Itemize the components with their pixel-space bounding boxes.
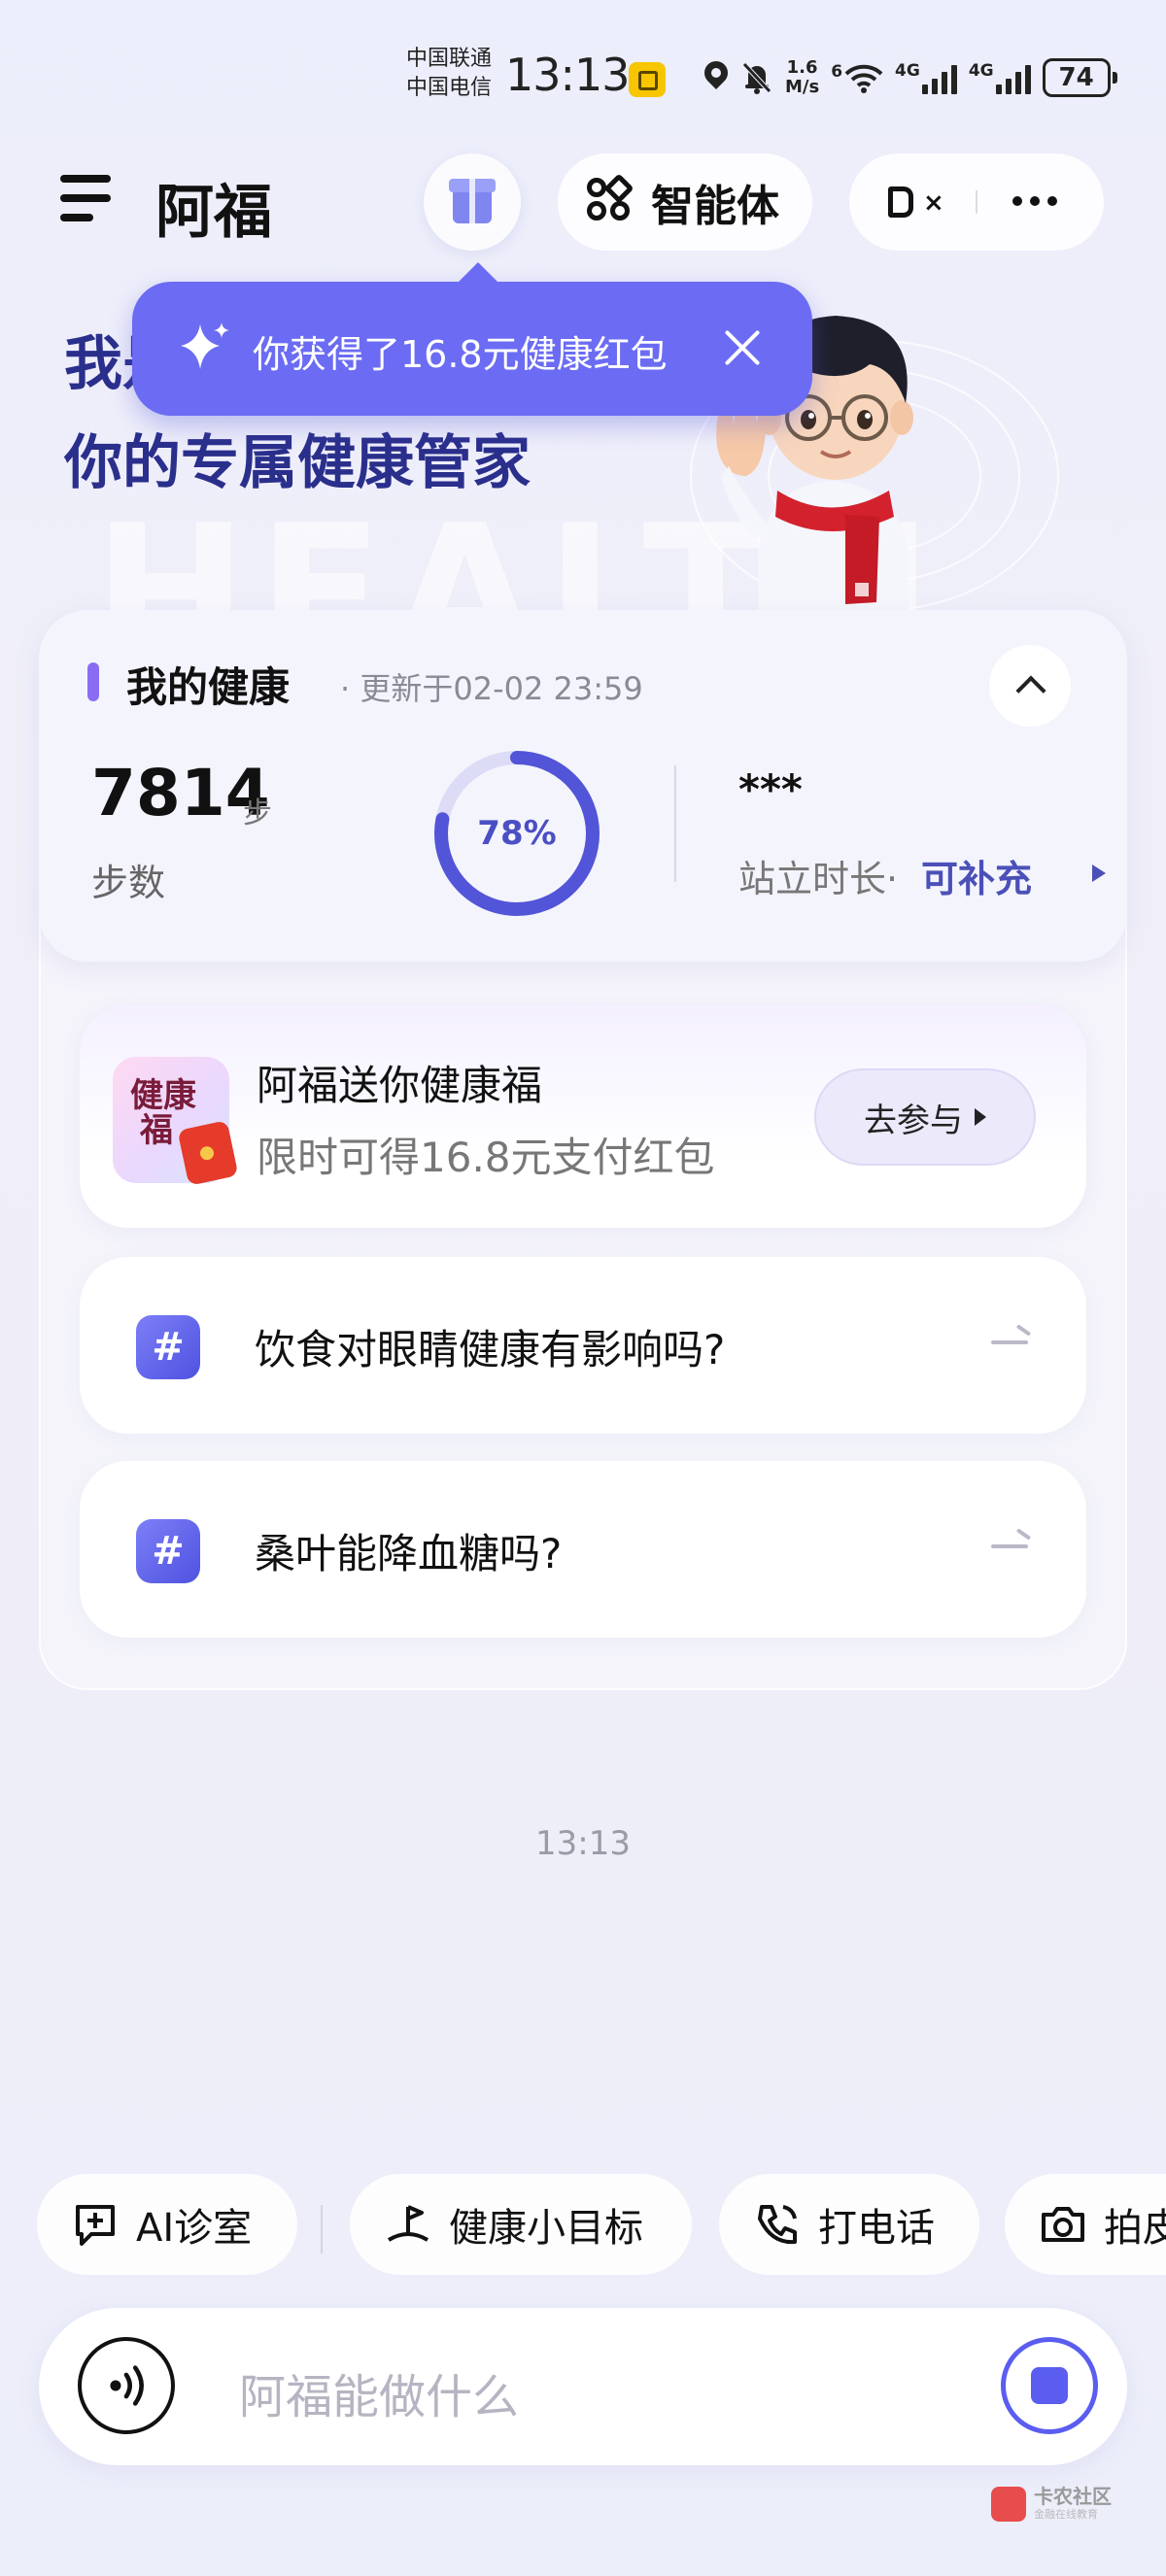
my-health-card[interactable]: 我的健康 · 更新于02-02 23:59 7814 步 步数 78% *** … bbox=[39, 610, 1127, 962]
control-pill: × bbox=[849, 153, 1104, 251]
join-button-label: 去参与 bbox=[864, 1101, 963, 1140]
topic-card[interactable]: # 饮食对眼睛健康有影响吗? bbox=[80, 1257, 1086, 1434]
battery-icon: 74 bbox=[1042, 58, 1117, 97]
stand-value: *** bbox=[738, 765, 803, 813]
clipboard-icon bbox=[629, 62, 666, 97]
chip-label: 打电话 bbox=[818, 2206, 935, 2251]
divider bbox=[674, 765, 676, 882]
agent-button[interactable]: 智能体 bbox=[558, 153, 812, 251]
play-arrow-icon bbox=[1092, 864, 1106, 882]
collapse-chevron-icon[interactable] bbox=[989, 645, 1071, 727]
carrier-1: 中国联通 bbox=[406, 47, 493, 71]
carrier-names: 中国联通 中国电信 bbox=[406, 45, 492, 103]
play-arrow-icon bbox=[975, 1108, 986, 1126]
watermark: 卡农社区 金融在线教育 bbox=[991, 2487, 1112, 2522]
quick-action-health-goal[interactable]: 健康小目标 bbox=[350, 2174, 692, 2275]
steps-label: 步数 bbox=[91, 862, 166, 904]
camera-icon bbox=[1042, 2207, 1084, 2242]
wifi-icon: 6 bbox=[831, 62, 883, 93]
agent-label: 智能体 bbox=[651, 182, 779, 231]
reward-toast[interactable]: 你获得了16.8元健康红包 bbox=[132, 262, 812, 416]
signal-1-icon: 4G bbox=[895, 61, 957, 94]
arrow-right-icon bbox=[991, 1544, 1028, 1548]
title-accent-bar bbox=[87, 662, 99, 701]
chip-label: 拍皮 bbox=[1104, 2206, 1166, 2251]
stand-supplement-link[interactable]: 可补充 bbox=[921, 849, 1032, 902]
stand-label: 站立时长· bbox=[738, 858, 899, 900]
divider bbox=[976, 190, 977, 214]
sparkle-icon bbox=[181, 322, 229, 369]
target-flag-icon bbox=[387, 2205, 429, 2242]
phone-icon bbox=[758, 2205, 797, 2245]
topic-question: 饮食对眼睛健康有影响吗? bbox=[255, 1326, 726, 1373]
progress-percent: 78% bbox=[477, 814, 557, 853]
chip-label: 健康小目标 bbox=[449, 2206, 643, 2251]
watermark-logo-icon bbox=[991, 2487, 1026, 2522]
app-title: 阿福 bbox=[155, 179, 272, 247]
health-title: 我的健康 bbox=[126, 663, 291, 711]
promo-card[interactable]: 健康福 阿福送你健康福 限时可得16.8元支付红包 去参与 bbox=[80, 1004, 1086, 1228]
voice-call-icon[interactable] bbox=[78, 2337, 175, 2434]
status-time: 13:13 bbox=[505, 49, 631, 101]
sound-mute-icon[interactable]: × bbox=[886, 179, 944, 225]
quick-action-ai-clinic[interactable]: AI诊室 bbox=[37, 2174, 297, 2275]
promo-subtitle: 限时可得16.8元支付红包 bbox=[257, 1134, 715, 1181]
toast-message: 你获得了16.8元健康红包 bbox=[253, 333, 668, 376]
status-icons: 1.6 M/s 6 4G 4G 74 bbox=[703, 54, 1117, 101]
bell-muted-icon bbox=[742, 62, 772, 94]
chat-input[interactable]: 阿福能做什么 bbox=[239, 2358, 519, 2426]
steps-unit: 步 bbox=[243, 797, 272, 830]
carrier-2: 中国电信 bbox=[406, 76, 493, 100]
more-icon[interactable] bbox=[1012, 196, 1057, 206]
agent-grid-icon bbox=[587, 173, 635, 226]
join-button[interactable]: 去参与 bbox=[814, 1068, 1036, 1166]
quick-action-call[interactable]: 打电话 bbox=[719, 2174, 979, 2275]
message-timestamp: 13:13 bbox=[535, 1824, 631, 1863]
watermark-sub: 金融在线教育 bbox=[1034, 2508, 1098, 2521]
chat-plus-icon bbox=[76, 2205, 115, 2246]
hashtag-icon: # bbox=[136, 1519, 200, 1583]
hero-subtitle: 你的专属健康管家 bbox=[64, 429, 531, 497]
update-time: · 更新于02-02 23:59 bbox=[340, 670, 643, 707]
close-icon[interactable] bbox=[715, 321, 770, 375]
stop-icon[interactable] bbox=[1001, 2337, 1098, 2434]
promo-title: 阿福送你健康福 bbox=[257, 1062, 543, 1109]
menu-icon[interactable] bbox=[60, 175, 111, 221]
watermark-title: 卡农社区 bbox=[1034, 2485, 1112, 2508]
hashtag-icon: # bbox=[136, 1315, 200, 1379]
location-icon bbox=[703, 61, 729, 94]
health-fortune-image: 健康福 bbox=[113, 1057, 239, 1186]
chip-label: AI诊室 bbox=[136, 2206, 253, 2251]
topic-question: 桑叶能降血糖吗? bbox=[255, 1530, 563, 1577]
red-envelope-icon bbox=[177, 1120, 239, 1186]
battery-level: 74 bbox=[1058, 63, 1094, 92]
chat-input-bar: 阿福能做什么 bbox=[39, 2308, 1127, 2465]
gift-button[interactable] bbox=[424, 153, 521, 251]
signal-2-icon: 4G bbox=[969, 61, 1031, 94]
net-speed: 1.6 M/s bbox=[785, 57, 820, 97]
topic-card[interactable]: # 桑叶能降血糖吗? bbox=[80, 1461, 1086, 1638]
arrow-right-icon bbox=[991, 1340, 1028, 1344]
quick-action-photo[interactable]: 拍皮 bbox=[1005, 2174, 1166, 2275]
divider bbox=[321, 2205, 323, 2254]
